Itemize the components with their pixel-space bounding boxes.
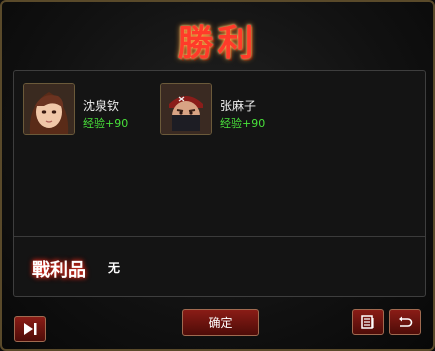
exp-label: 经验 (220, 117, 242, 130)
member-exp: 经验+90 (83, 115, 128, 131)
results-panel: 沈泉钦 经验+90 张麻子 经验+90 戰利品 无 (13, 70, 426, 297)
victory-title: 勝利 (177, 22, 258, 64)
exp-label: 经验 (83, 117, 105, 130)
skip-forward-icon (22, 322, 38, 336)
skip-button[interactable] (14, 316, 46, 342)
battle-log-button[interactable] (352, 309, 384, 335)
panel-divider (14, 236, 425, 237)
victory-window: 勝利 沈泉钦 经验+90 张麻子 经验+90 戰利品 无 确定 (0, 0, 435, 351)
loot-label: 戰利品 (32, 260, 86, 281)
party-member-2: 张麻子 经验+90 (160, 83, 300, 139)
replay-button[interactable] (389, 309, 421, 335)
member-name: 张麻子 (220, 99, 257, 113)
document-list-icon (361, 315, 375, 329)
member-name: 沈泉钦 (83, 99, 120, 113)
party-member-1: 沈泉钦 经验+90 (23, 83, 163, 139)
avatar (23, 83, 75, 135)
avatar (160, 83, 212, 135)
loot-value: 无 (108, 261, 121, 275)
exp-value: +90 (242, 117, 266, 130)
confirm-button[interactable]: 确定 (182, 309, 259, 336)
exp-value: +90 (105, 117, 129, 130)
member-exp: 经验+90 (220, 115, 265, 131)
replay-icon (397, 316, 413, 328)
